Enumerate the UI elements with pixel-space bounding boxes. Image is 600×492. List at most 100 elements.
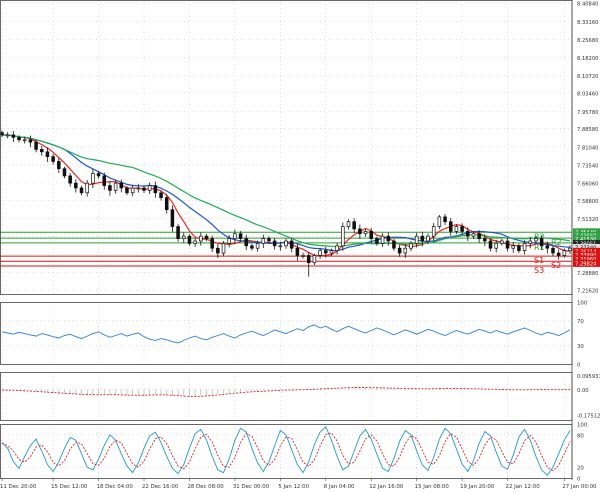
x-axis-tick-label: 12 Jan 16:00 <box>369 484 404 490</box>
price-axis-tick-label: 7.81040 <box>577 145 598 151</box>
candle-body <box>244 238 249 247</box>
candle-body <box>403 247 408 254</box>
level-label-s3: S3 <box>534 266 544 275</box>
candle-body <box>187 235 192 244</box>
candle-body <box>335 245 339 251</box>
x-axis-tick-label: 5 Jan 12:00 <box>278 484 309 490</box>
candle-body <box>562 250 567 256</box>
price-axis-tick-label: 7.73540 <box>577 163 598 169</box>
candle-body <box>119 182 124 189</box>
candle-body <box>199 235 203 242</box>
candle-body <box>85 182 89 194</box>
candle-body <box>397 247 402 254</box>
candle-body <box>74 182 78 189</box>
candle-body <box>267 238 271 242</box>
candle-body <box>62 168 67 177</box>
candle-body <box>369 230 373 239</box>
candle-body <box>284 240 288 247</box>
candle-body <box>420 235 425 242</box>
candle-body <box>57 161 61 170</box>
candle-body <box>448 221 453 232</box>
x-axis-tick-label: 8 Jan 04:00 <box>324 484 355 490</box>
macd-axis-tick-label: -0.175129 <box>577 413 600 419</box>
candle-body <box>551 247 555 254</box>
candle-body <box>11 134 16 138</box>
candle-body <box>250 245 254 249</box>
candle-body <box>227 238 231 244</box>
candle-body <box>539 238 544 247</box>
candle-body <box>505 240 510 249</box>
x-axis-tick-label: 15 Dec 12:00 <box>51 484 88 490</box>
candle-body <box>142 187 146 191</box>
stoch-axis-tick-label: 0 <box>577 477 581 483</box>
candle-body <box>193 240 197 244</box>
chart-background <box>0 0 600 492</box>
candle-body <box>443 216 447 223</box>
macd-axis-tick-label: 0.095931 <box>577 374 600 380</box>
candle-body <box>437 216 442 227</box>
candle-body <box>488 240 493 249</box>
rsi-axis-tick-label: 70 <box>577 319 584 325</box>
candle-body <box>130 187 135 194</box>
price-axis-tick-label: 7.58800 <box>577 199 598 205</box>
candle-body <box>318 250 322 256</box>
candle-body <box>51 156 55 162</box>
candle-body <box>79 187 84 194</box>
candle-body <box>255 243 260 249</box>
level-label-s1: S1 <box>534 256 544 265</box>
price-axis-tick-label: 8.40840 <box>577 1 598 7</box>
candle-body <box>5 134 10 137</box>
price-axis-tick-label: 7.66060 <box>577 182 598 188</box>
candle <box>437 214 442 229</box>
price-axis-tick-label: 7.88580 <box>577 127 598 133</box>
candle-body <box>108 185 112 191</box>
candle-body <box>45 151 50 157</box>
candle-body <box>261 238 266 244</box>
x-axis-tick-label: 19 Jan 20:00 <box>460 484 495 490</box>
candle-body <box>164 197 169 211</box>
price-axis-tick-label: 7.95780 <box>577 110 598 116</box>
candle-body <box>278 245 283 248</box>
stoch-axis-tick-label: 100 <box>577 423 588 429</box>
candle-body <box>477 233 481 239</box>
x-axis-tick-label: 28 Dec 08:00 <box>187 484 224 490</box>
rsi-axis-tick-label: 30 <box>577 344 584 350</box>
candle-body <box>568 247 572 251</box>
macd-axis-tick-label: 0.00 <box>577 388 589 394</box>
rsi-axis-tick-label: 0 <box>577 363 581 369</box>
candle-body <box>68 175 72 184</box>
candle-body <box>494 243 498 249</box>
candle-body <box>341 226 345 247</box>
x-axis-tick-label: 18 Dec 04:00 <box>97 484 134 490</box>
candle-body <box>96 173 101 177</box>
candle-body <box>39 149 44 153</box>
x-axis-tick-label: 11 Dec 20:00 <box>0 484 37 490</box>
x-axis-tick-label: 15 Jan 08:00 <box>415 484 450 490</box>
candle-body <box>34 141 38 150</box>
candle-body <box>102 175 107 186</box>
candle-body <box>534 238 538 242</box>
candle-body <box>545 245 550 249</box>
x-axis-tick-label: 22 Jan 12:00 <box>506 484 541 490</box>
candle-body <box>272 240 277 247</box>
candle-body <box>471 233 476 237</box>
candle-body <box>454 226 459 232</box>
x-axis-tick-label: 27 Jan 00:00 <box>562 484 597 490</box>
price-axis-tick-label: 8.25680 <box>577 38 598 44</box>
candle-body <box>500 240 504 244</box>
candle-body <box>352 221 356 230</box>
candle-body <box>216 247 220 254</box>
candle-body <box>295 247 300 256</box>
candle-body <box>528 240 533 244</box>
candle-body <box>22 139 27 142</box>
price-axis-tick-label: 8.18200 <box>577 56 598 62</box>
candle-body <box>426 235 430 242</box>
rsi-axis-tick-label: 100 <box>577 301 588 307</box>
candle-body <box>483 238 487 242</box>
candle-body <box>386 235 391 242</box>
candle-body <box>221 243 226 254</box>
candle-body <box>517 245 521 251</box>
candle-body <box>147 185 152 191</box>
candle-body <box>556 252 561 256</box>
candle-body <box>238 233 243 239</box>
